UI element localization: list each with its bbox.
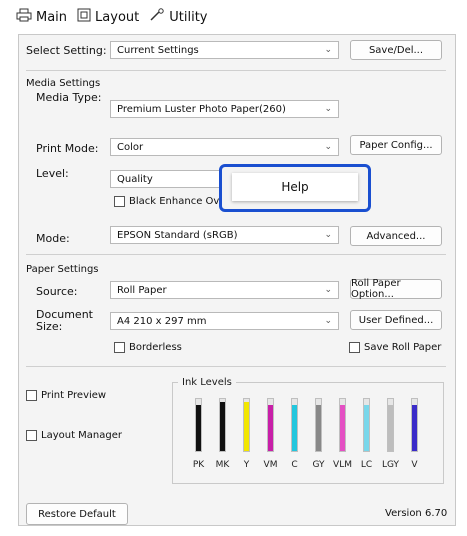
source-dropdown[interactable]: Roll Paper ⌄ — [110, 281, 339, 299]
help-context-menu: Help — [219, 164, 371, 212]
printer-icon — [16, 8, 32, 26]
ink-bar-pk — [196, 405, 201, 451]
ink-slot-vm — [267, 398, 274, 452]
print-preview-label: Print Preview — [41, 390, 107, 401]
tab-layout-label: Layout — [95, 9, 140, 25]
document-size-dropdown[interactable]: A4 210 x 297 mm ⌄ — [110, 312, 339, 330]
black-enhance-label: Black Enhance Over — [129, 196, 230, 207]
ink-slot-lgy — [387, 398, 394, 452]
ink-bar-vm — [268, 405, 273, 451]
select-setting-dropdown[interactable]: Current Settings ⌄ — [110, 41, 339, 59]
tab-layout[interactable]: Layout — [77, 8, 139, 26]
layout-icon — [77, 8, 91, 26]
media-type-dropdown[interactable]: Premium Luster Photo Paper(260) ⌄ — [110, 100, 339, 118]
ink-label-c: C — [291, 460, 298, 470]
mode-dropdown[interactable]: EPSON Standard (sRGB) ⌄ — [110, 226, 339, 244]
checkbox-box[interactable] — [26, 390, 37, 401]
checkbox-box[interactable] — [114, 196, 125, 207]
tab-main[interactable]: Main — [16, 8, 67, 26]
divider — [26, 70, 446, 71]
advanced-button[interactable]: Advanced... — [350, 226, 442, 246]
print-mode-label: Print Mode: — [36, 142, 99, 155]
chevron-down-icon: ⌄ — [324, 230, 332, 240]
media-settings-title: Media Settings — [26, 78, 101, 89]
print-mode-dropdown[interactable]: Color ⌄ — [110, 138, 339, 156]
ink-label-lc: LC — [360, 460, 373, 470]
document-size-label-2: Size: — [36, 320, 63, 333]
save-roll-paper-label: Save Roll Paper — [364, 342, 442, 353]
checkbox-box[interactable] — [114, 342, 125, 353]
ink-label-vlm: VLM — [333, 460, 352, 470]
restore-default-button[interactable]: Restore Default — [26, 503, 128, 525]
chevron-down-icon: ⌄ — [324, 316, 332, 326]
black-enhance-checkbox[interactable]: Black Enhance Over — [114, 196, 230, 207]
ink-slot-lc — [363, 398, 370, 452]
print-preview-checkbox[interactable]: Print Preview — [26, 390, 106, 401]
chevron-down-icon: ⌄ — [324, 45, 332, 55]
ink-slot-vlm — [339, 398, 346, 452]
user-defined-button[interactable]: User Defined... — [350, 310, 442, 330]
save-del-button[interactable]: Save/Del... — [350, 40, 442, 60]
ink-bar-c — [292, 405, 297, 451]
ink-slot-pk — [195, 398, 202, 452]
paper-settings-title: Paper Settings — [26, 264, 99, 275]
version-text: Version 6.70 — [385, 508, 448, 519]
tab-bar: Main Layout Utility — [16, 6, 208, 28]
tab-main-label: Main — [36, 9, 68, 25]
media-type-label: Media Type: — [36, 91, 102, 104]
level-label: Level: — [36, 167, 69, 180]
ink-slot-v — [411, 398, 418, 452]
layout-manager-label: Layout Manager — [41, 430, 123, 441]
layout-manager-checkbox[interactable]: Layout Manager — [26, 430, 122, 441]
mode-label: Mode: — [36, 232, 70, 245]
ink-levels-chart: PK MK Y VM C GY VLM LC LGY V — [193, 398, 445, 478]
ink-levels-title: Ink Levels — [178, 377, 236, 388]
select-setting-value: Current Settings — [117, 44, 199, 56]
chevron-down-icon: ⌄ — [324, 142, 332, 152]
borderless-checkbox[interactable]: Borderless — [114, 342, 182, 353]
ink-label-vm: VM — [263, 460, 278, 470]
ink-bar-mk — [220, 402, 225, 451]
wrench-icon — [149, 8, 165, 26]
mode-value: EPSON Standard (sRGB) — [117, 229, 238, 241]
roll-paper-option-button[interactable]: Roll Paper Option... — [350, 278, 442, 300]
tab-utility[interactable]: Utility — [149, 8, 208, 26]
ink-label-mk: MK — [215, 460, 230, 470]
ink-bar-vlm — [340, 405, 345, 451]
print-mode-value: Color — [117, 141, 144, 153]
ink-label-lgy: LGY — [381, 460, 400, 470]
checkbox-box[interactable] — [26, 430, 37, 441]
chevron-down-icon: ⌄ — [324, 104, 332, 114]
paper-config-button[interactable]: Paper Config... — [350, 135, 442, 155]
ink-bar-v — [412, 405, 417, 451]
ink-slot-mk — [219, 398, 226, 452]
ink-label-v: V — [411, 460, 418, 470]
ink-slot-c — [291, 398, 298, 452]
select-setting-label: Select Setting: — [26, 44, 107, 57]
ink-label-y: Y — [243, 460, 250, 470]
ink-bar-gy — [316, 405, 321, 451]
ink-bar-lgy — [388, 405, 393, 451]
ink-bar-lc — [364, 405, 369, 451]
chevron-down-icon: ⌄ — [324, 285, 332, 295]
divider — [26, 366, 446, 367]
ink-bar-y — [244, 402, 249, 451]
media-type-value: Premium Luster Photo Paper(260) — [117, 103, 286, 115]
ink-slot-y — [243, 398, 250, 452]
ink-label-pk: PK — [192, 460, 205, 470]
source-label: Source: — [36, 285, 78, 298]
ink-label-gy: GY — [312, 460, 325, 470]
document-size-value: A4 210 x 297 mm — [117, 315, 207, 327]
borderless-label: Borderless — [129, 342, 182, 353]
help-label: Help — [281, 180, 309, 194]
tab-utility-label: Utility — [169, 9, 208, 25]
source-value: Roll Paper — [117, 284, 167, 296]
ink-slot-gy — [315, 398, 322, 452]
checkbox-box[interactable] — [349, 342, 360, 353]
divider — [26, 254, 446, 255]
help-menu-item[interactable]: Help — [232, 173, 358, 201]
save-roll-paper-checkbox[interactable]: Save Roll Paper — [349, 342, 441, 353]
